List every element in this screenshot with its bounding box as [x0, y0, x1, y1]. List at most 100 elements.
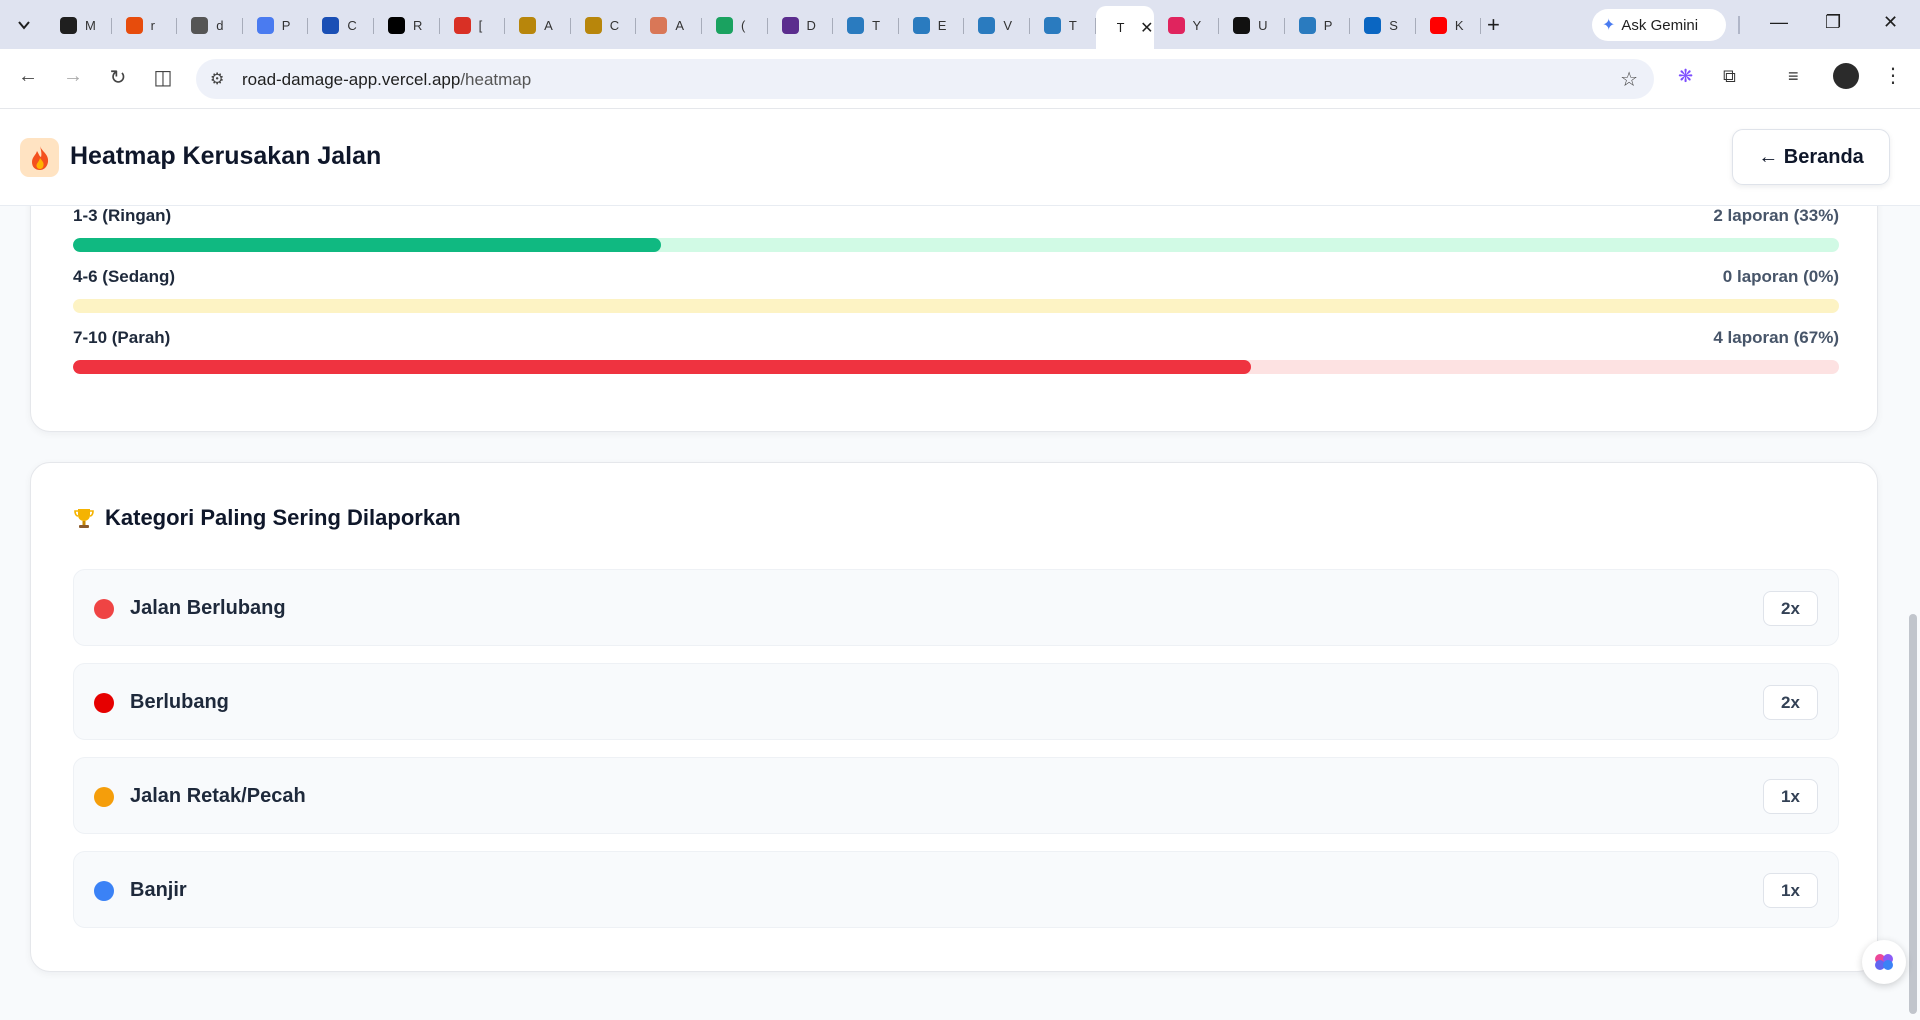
severity-label: 4-6 (Sedang) — [73, 267, 176, 286]
url-domain: road-damage-app.vercel.app — [242, 70, 461, 89]
new-tab-button[interactable]: + — [1487, 13, 1500, 37]
forward-arrow-icon[interactable]: → — [59, 65, 87, 88]
close-window-icon[interactable]: ✕ — [1883, 12, 1898, 33]
globe-icon — [191, 16, 209, 34]
browser-tab[interactable]: D — [768, 6, 834, 44]
tab-title: P — [1323, 17, 1333, 33]
url-path: /heatmap — [460, 70, 532, 89]
linkedin-icon — [1364, 16, 1382, 34]
play-icon — [1167, 16, 1185, 34]
browser-tab[interactable]: T — [1030, 6, 1096, 44]
reload-icon[interactable]: ↻ — [104, 65, 132, 90]
emblem-icon — [912, 16, 930, 34]
category-name: Banjir — [130, 879, 187, 901]
browser-tab[interactable]: V — [964, 6, 1030, 44]
severity-row-header: 1-3 (Ringan) 2 laporan (33%) — [73, 206, 1839, 226]
bolt-icon — [1233, 16, 1251, 34]
browser-tabstrip: Mr d P C R[A C A(D T E V T T ✕ Y U P S K + ✦ Ask Gemini —… — [0, 0, 1920, 49]
browser-tab[interactable]: R — [374, 6, 440, 44]
page-scrollbar[interactable] — [1909, 614, 1917, 1014]
browser-tab[interactable]: A — [505, 6, 571, 44]
tabstrip-divider — [1738, 16, 1740, 34]
severity-count: 2 laporan (33%) — [1713, 206, 1839, 225]
browser-tab[interactable]: T — [833, 6, 899, 44]
tab-title: M — [85, 17, 95, 33]
browser-tab[interactable]: E — [899, 6, 965, 44]
extensions-puzzle-icon[interactable]: ⧉ — [1723, 66, 1736, 87]
home-button[interactable]: ← Beranda — [1732, 129, 1890, 185]
tab-list: Mr d P C R[A C A(D T E V T T ✕ Y U P S K — [46, 6, 1482, 49]
browser-tab[interactable]: K — [1416, 6, 1482, 44]
ask-gemini-button[interactable]: ✦ Ask Gemini — [1592, 9, 1726, 41]
tab-title: T — [1068, 17, 1077, 33]
back-arrow-icon[interactable]: ← — [14, 65, 42, 88]
severity-label: 7-10 (Parah) — [73, 328, 171, 347]
split-view-icon[interactable]: ◫ — [149, 65, 177, 90]
site-info-icon[interactable]: ⚙ — [210, 69, 224, 89]
flame-icon — [125, 16, 143, 34]
gemini-sparkle-icon: ✦ — [1602, 17, 1616, 34]
asterisk-icon — [519, 16, 537, 34]
browser-tab[interactable]: U — [1219, 6, 1285, 44]
tab-title: E — [937, 17, 947, 33]
tab-title: T — [1116, 20, 1125, 35]
emblem-icon — [847, 16, 865, 34]
tab-search-chevron-icon[interactable] — [11, 12, 37, 38]
severity-row-header: 4-6 (Sedang) 0 laporan (0%) — [73, 267, 1839, 287]
category-count-badge: 2x — [1763, 685, 1818, 720]
page-title: Heatmap Kerusakan Jalan — [70, 142, 382, 170]
severity-label: 1-3 (Ringan) — [73, 206, 172, 225]
chatgpt-icon — [60, 16, 77, 34]
severity-bar-track — [73, 238, 1839, 252]
badge-16-icon — [715, 16, 733, 34]
category-color-dot — [94, 693, 114, 713]
category-name: Berlubang — [130, 691, 229, 713]
tab-title: D — [806, 17, 816, 33]
close-tab-icon[interactable]: ✕ — [1140, 18, 1153, 38]
category-item: Jalan Retak/Pecah 1x — [73, 757, 1839, 834]
media-control-icon[interactable]: ≡ — [1788, 66, 1799, 87]
severity-bar-fill — [73, 238, 662, 252]
browser-tab[interactable]: C — [308, 6, 374, 44]
section-title: Kategori Paling Sering Dilaporkan — [73, 505, 461, 531]
browser-tab[interactable]: P — [243, 6, 309, 44]
profile-avatar[interactable] — [1833, 63, 1859, 89]
browser-tab[interactable]: d — [177, 6, 243, 44]
browser-tab[interactable]: r — [112, 6, 178, 44]
assistant-brain-icon[interactable] — [1862, 940, 1906, 984]
url-text[interactable]: road-damage-app.vercel.app/heatmap — [242, 70, 531, 90]
tab-title: d — [216, 17, 224, 33]
category-color-dot — [94, 787, 114, 807]
browser-tab-active[interactable]: T ✕ — [1095, 6, 1154, 49]
restore-icon[interactable]: ❐ — [1825, 12, 1841, 33]
severity-bar-track — [73, 360, 1839, 374]
severity-row: 4-6 (Sedang) 0 laporan (0%) — [73, 267, 1839, 313]
browser-tab[interactable]: ( — [702, 6, 768, 44]
bookmark-star-icon[interactable]: ☆ — [1620, 67, 1638, 92]
browser-tab[interactable]: M — [46, 6, 112, 44]
more-menu-icon[interactable]: ⋮ — [1883, 63, 1903, 88]
hexagon-icon — [781, 16, 799, 34]
browser-toolbar: ← → ↻ ◫ ⚙ road-damage-app.vercel.app/hea… — [0, 49, 1920, 109]
browser-tab[interactable]: Y — [1154, 6, 1220, 44]
category-name: Jalan Berlubang — [130, 597, 286, 619]
category-item: Berlubang 2x — [73, 663, 1839, 740]
browser-tab[interactable]: P — [1285, 6, 1351, 44]
browser-tab[interactable]: S — [1350, 6, 1416, 44]
category-item: Jalan Berlubang 2x — [73, 569, 1839, 646]
gemini-icon — [256, 16, 274, 34]
address-bar[interactable]: ⚙ road-damage-app.vercel.app/heatmap ☆ — [196, 59, 1654, 99]
browser-tab[interactable]: A — [636, 6, 702, 44]
severity-bar-track — [73, 299, 1839, 313]
browser-tab[interactable]: [ — [440, 6, 506, 44]
tab-title: r — [150, 17, 155, 33]
tab-title: V — [1003, 17, 1012, 33]
browser-tab[interactable]: C — [571, 6, 637, 44]
asterisk-icon — [584, 16, 602, 34]
categories-card: Kategori Paling Sering Dilaporkan Jalan … — [30, 462, 1878, 972]
k-icon — [387, 16, 405, 34]
category-item: Banjir 1x — [73, 851, 1839, 928]
minimize-icon[interactable]: — — [1770, 12, 1788, 33]
tab-title: S — [1389, 17, 1398, 33]
brain-extension-icon[interactable]: ❋ — [1678, 66, 1693, 87]
